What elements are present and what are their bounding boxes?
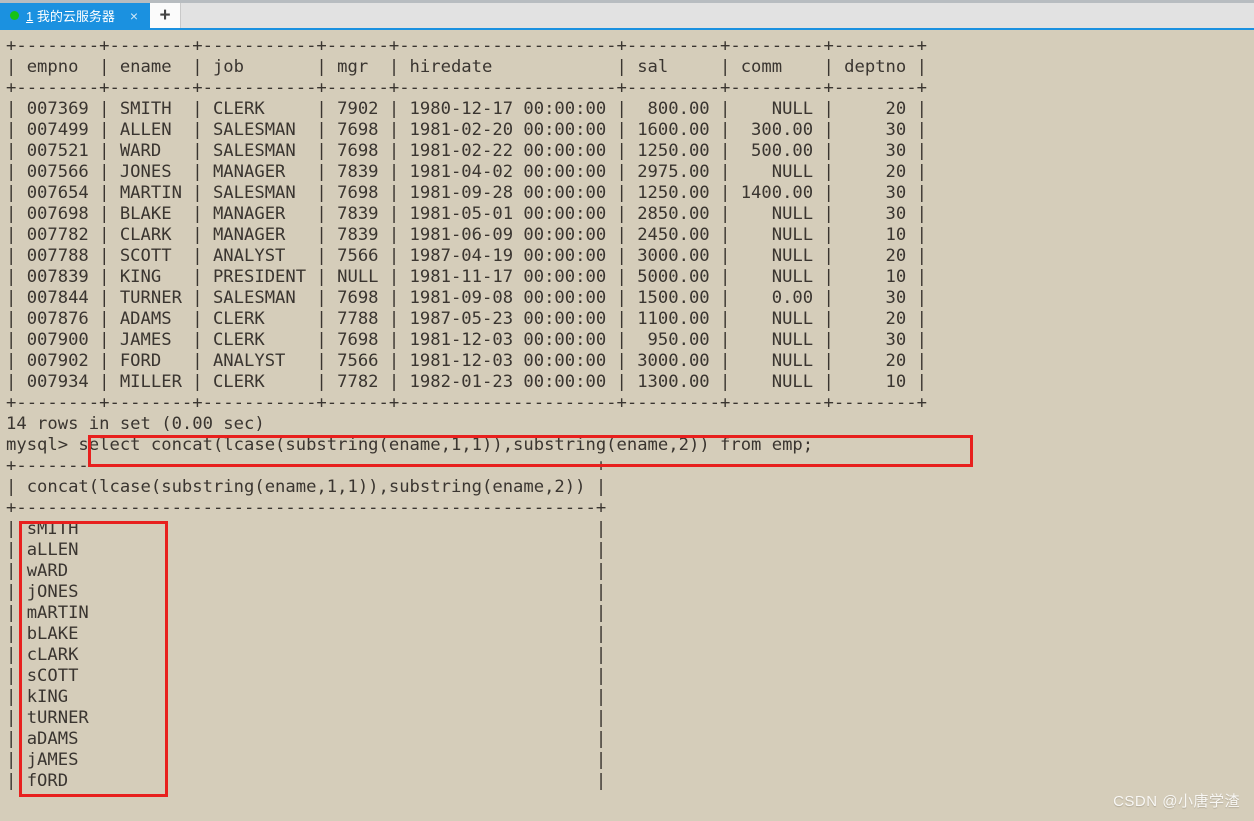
terminal-line: | 007839 | KING | PRESIDENT | NULL | 198… — [6, 267, 927, 287]
tab-status-dot — [10, 11, 19, 20]
tab-label: 1 我的云服务器 — [26, 6, 119, 25]
terminal-line: | empno | ename | job | mgr | hiredate |… — [6, 57, 927, 77]
terminal-line: | jAMES | — [6, 750, 607, 770]
terminal-line: | sCOTT | — [6, 666, 607, 686]
terminal-line: | bLAKE | — [6, 624, 607, 644]
terminal-line: | tURNER | — [6, 708, 607, 728]
tab-title-text: 我的云服务器 — [36, 9, 115, 24]
terminal-line: | 007499 | ALLEN | SALESMAN | 7698 | 198… — [6, 120, 927, 140]
new-tab-button[interactable]: + — [150, 3, 181, 28]
terminal-line: | 007934 | MILLER | CLERK | 7782 | 1982-… — [6, 372, 927, 392]
browser-tab-bar: 1 我的云服务器 × + — [0, 0, 1254, 30]
terminal-line: | mARTIN | — [6, 603, 607, 623]
terminal-line: +--------+--------+-----------+------+--… — [6, 393, 927, 413]
terminal-line: | sMITH | — [6, 519, 607, 539]
terminal-line: | 007876 | ADAMS | CLERK | 7788 | 1987-0… — [6, 309, 927, 329]
terminal-line: | cLARK | — [6, 645, 607, 665]
watermark: CSDN @小唐学渣 — [1113, 793, 1240, 810]
terminal-line: mysql> select concat(lcase(substring(ena… — [6, 435, 814, 455]
terminal-line: +--------+--------+-----------+------+--… — [6, 78, 927, 98]
terminal-line: | 007566 | JONES | MANAGER | 7839 | 1981… — [6, 162, 927, 182]
tab-my-cloud-server[interactable]: 1 我的云服务器 × — [0, 3, 150, 28]
terminal-line: | 007902 | FORD | ANALYST | 7566 | 1981-… — [6, 351, 927, 371]
terminal-line: +---------------------------------------… — [6, 456, 607, 476]
tab-bar-empty-area — [181, 3, 1254, 28]
terminal-line: 14 rows in set (0.00 sec) — [6, 414, 265, 434]
terminal-line: | fORD | — [6, 771, 607, 791]
terminal-line: | 007782 | CLARK | MANAGER | 7839 | 1981… — [6, 225, 927, 245]
terminal-line: | aDAMS | — [6, 729, 607, 749]
terminal-line: | 007521 | WARD | SALESMAN | 7698 | 1981… — [6, 141, 927, 161]
terminal-line: | 007788 | SCOTT | ANALYST | 7566 | 1987… — [6, 246, 927, 266]
terminal-line: | wARD | — [6, 561, 607, 581]
terminal-line: | jONES | — [6, 582, 607, 602]
terminal-line: | 007654 | MARTIN | SALESMAN | 7698 | 19… — [6, 183, 927, 203]
terminal-line: | 007698 | BLAKE | MANAGER | 7839 | 1981… — [6, 204, 927, 224]
terminal-line: | concat(lcase(substring(ename,1,1)),sub… — [6, 477, 607, 497]
terminal-output[interactable]: +--------+--------+-----------+------+--… — [0, 30, 1254, 821]
close-icon[interactable]: × — [126, 8, 142, 24]
terminal-line: | 007369 | SMITH | CLERK | 7902 | 1980-1… — [6, 99, 927, 119]
terminal-line: | aLLEN | — [6, 540, 607, 560]
terminal-line: | 007844 | TURNER | SALESMAN | 7698 | 19… — [6, 288, 927, 308]
terminal-line: | kING | — [6, 687, 607, 707]
tab-number: 1 — [26, 9, 34, 24]
terminal-line: +---------------------------------------… — [6, 498, 607, 518]
terminal-line: +--------+--------+-----------+------+--… — [6, 36, 927, 56]
terminal-line: | 007900 | JAMES | CLERK | 7698 | 1981-1… — [6, 330, 927, 350]
